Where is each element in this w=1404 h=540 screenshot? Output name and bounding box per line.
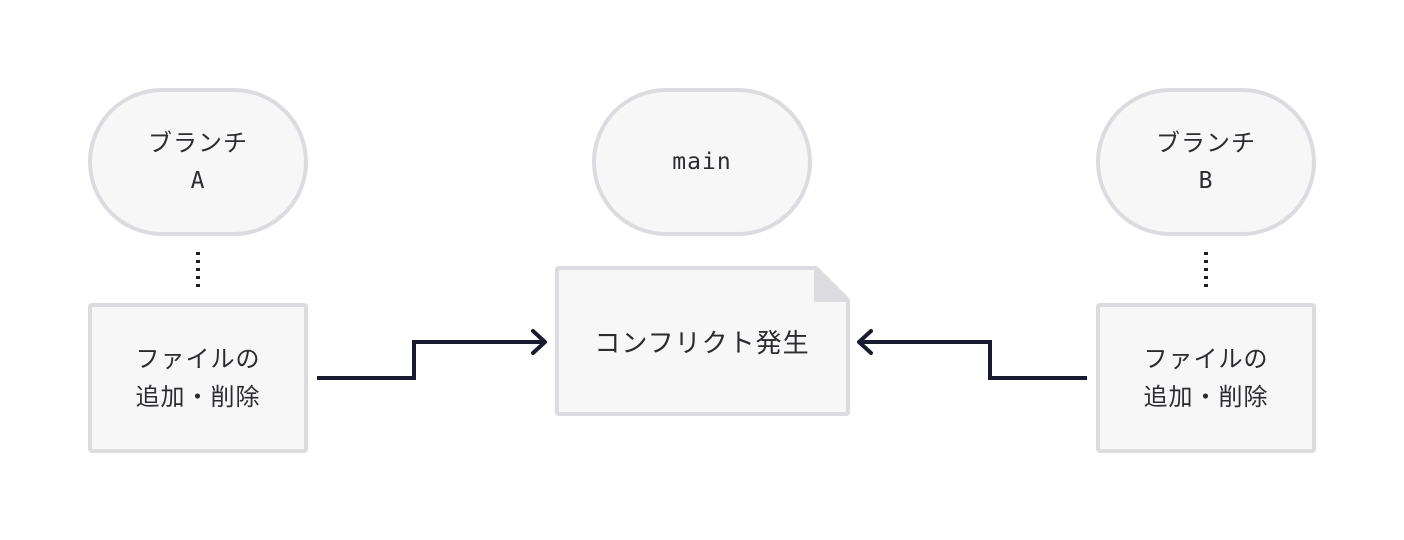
conflict-label: コンフリクト発生 — [594, 328, 810, 359]
main-label: main — [672, 149, 732, 175]
action-b-line2: 追加・削除 — [1143, 383, 1269, 411]
branch-b-node: ブランチ B — [1096, 88, 1316, 236]
main-node: main — [592, 88, 812, 236]
branch-a-node: ブランチ A — [88, 88, 308, 236]
branch-b-id: B — [1198, 168, 1214, 194]
action-a-node: ファイルの 追加・削除 — [88, 303, 308, 453]
action-b-line1: ファイルの — [1143, 345, 1269, 373]
action-a-line1: ファイルの — [135, 345, 261, 373]
branch-a-label: ブランチ — [148, 129, 248, 157]
arrow-action-a-to-conflict — [317, 340, 544, 380]
branch-a-id: A — [190, 168, 206, 194]
diagram-canvas: ブランチ A main ブランチ B ファイルの 追加・削除 コンフリクト発生 … — [0, 0, 1404, 540]
action-b-node: ファイルの 追加・削除 — [1096, 303, 1316, 453]
branch-b-label: ブランチ — [1156, 129, 1256, 157]
arrow-action-b-to-conflict — [860, 340, 1087, 380]
action-a-line2: 追加・削除 — [135, 383, 261, 411]
